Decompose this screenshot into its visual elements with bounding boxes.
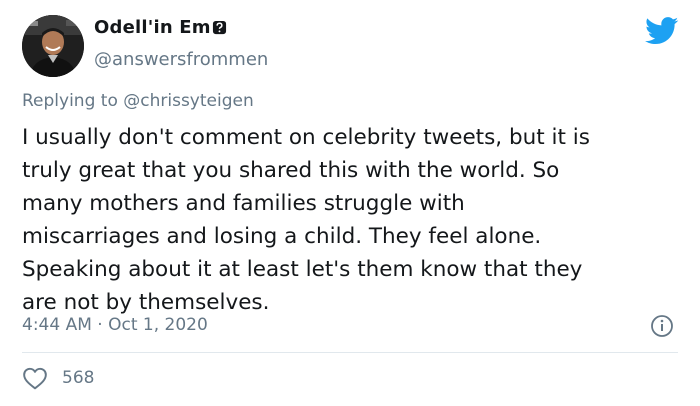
tweet-date[interactable]: Oct 1, 2020 bbox=[108, 315, 208, 335]
tweet-time[interactable]: 4:44 AM bbox=[22, 315, 92, 335]
avatar-photo bbox=[22, 15, 84, 77]
tweet-text-line: many mothers and families struggle with bbox=[22, 191, 465, 216]
reply-mention-link[interactable]: @chrissyteigen bbox=[123, 91, 253, 111]
twitter-bird-icon[interactable] bbox=[645, 17, 679, 45]
question-emoji-icon bbox=[212, 20, 226, 35]
tweet-timestamp[interactable]: 4:44 AM · Oct 1, 2020 bbox=[22, 315, 208, 335]
author-name-row[interactable]: Odell'in Em bbox=[94, 17, 227, 38]
heart-icon[interactable] bbox=[22, 366, 48, 390]
tweet-text-line: miscarriages and losing a child. They fe… bbox=[22, 224, 542, 249]
tweet-text: I usually don't comment on celebrity twe… bbox=[22, 121, 682, 319]
reply-prefix: Replying to bbox=[22, 91, 118, 111]
tweet-text-line: I usually don't comment on celebrity twe… bbox=[22, 125, 590, 150]
like-action[interactable]: 568 bbox=[22, 366, 94, 390]
tweet-text-line: Speaking about it at least let's them kn… bbox=[22, 257, 583, 282]
timestamp-separator: · bbox=[97, 315, 103, 335]
tweet-text-line: truly great that you shared this with th… bbox=[22, 158, 560, 183]
info-icon[interactable] bbox=[650, 314, 674, 338]
avatar[interactable] bbox=[22, 15, 84, 77]
author-handle[interactable]: @answersfrommen bbox=[94, 49, 268, 70]
like-count: 568 bbox=[62, 368, 95, 388]
reply-context: Replying to @chrissyteigen bbox=[22, 91, 254, 111]
display-name[interactable]: Odell'in Em bbox=[94, 17, 211, 38]
divider bbox=[22, 352, 678, 353]
